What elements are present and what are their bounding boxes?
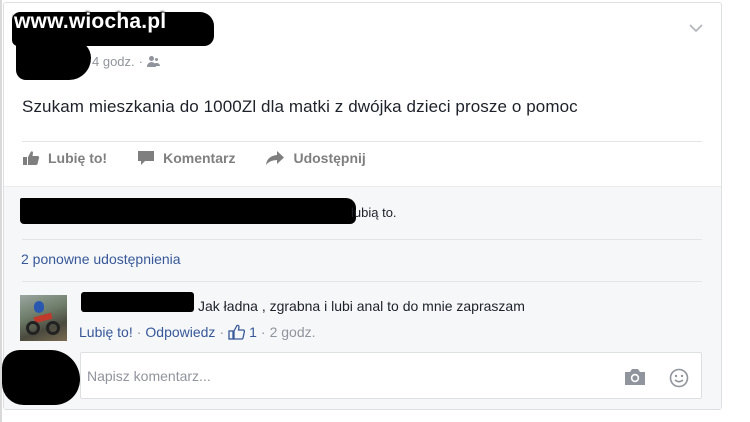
meta-dot: · (138, 54, 143, 69)
watermark: www.wiocha.pl (14, 10, 167, 33)
redacted-author-avatar (16, 40, 91, 80)
comment-input[interactable] (87, 365, 587, 387)
redacted-commenter-name (81, 292, 194, 312)
camera-icon[interactable] (623, 368, 647, 386)
like-count-value: 1 (249, 324, 257, 340)
redacted-user-avatar (2, 350, 80, 405)
comment-time[interactable]: 2 godz. (270, 324, 316, 340)
comment-text: Jak ładna , zgrabna i lubi anal to do mn… (198, 298, 525, 314)
reply-link[interactable]: Odpowiedz (145, 324, 215, 340)
divider (22, 141, 702, 142)
divider (22, 281, 702, 282)
post-text: Szukam mieszkania do 1000Zl dla matki z … (22, 97, 578, 116)
comment-like-count[interactable]: 1 (228, 324, 257, 340)
comment-actions: Lubię to! · Odpowiedz · 1 · 2 godz. (79, 324, 316, 340)
dot-separator: · (219, 324, 225, 340)
divider (22, 239, 702, 240)
dot-separator: · (136, 324, 142, 340)
left-edge (0, 0, 2, 422)
comment-composer (80, 352, 702, 399)
post-time[interactable]: 4 godz. (92, 54, 135, 69)
comment-icon (138, 151, 155, 165)
post-meta: 4 godz. · (92, 54, 161, 69)
comment-like-link[interactable]: Lubię to! (79, 324, 133, 340)
redacted-likers (20, 198, 356, 224)
like-button[interactable]: Lubię to! (22, 150, 107, 166)
friends-icon[interactable] (147, 56, 161, 67)
smiley-icon[interactable] (669, 368, 689, 388)
commenter-avatar[interactable] (20, 295, 67, 341)
shares-link[interactable]: 2 ponowne udostępnienia (21, 251, 181, 267)
share-arrow-icon (266, 151, 285, 165)
chevron-down-icon[interactable] (688, 22, 704, 34)
post-actions: Lubię to! Komentarz Udostępnij (22, 150, 396, 166)
comment-button[interactable]: Komentarz (137, 150, 235, 166)
likes-text: lubią to. (351, 205, 397, 220)
like-label: Lubię to! (48, 150, 108, 166)
comment-label: Komentarz (163, 150, 236, 166)
share-button[interactable]: Udostępnij (265, 150, 366, 166)
share-label: Udostępnij (293, 150, 366, 166)
thumbs-up-icon (23, 151, 40, 165)
thumbs-up-outline-icon (228, 324, 246, 340)
dot-separator: · (260, 324, 266, 340)
